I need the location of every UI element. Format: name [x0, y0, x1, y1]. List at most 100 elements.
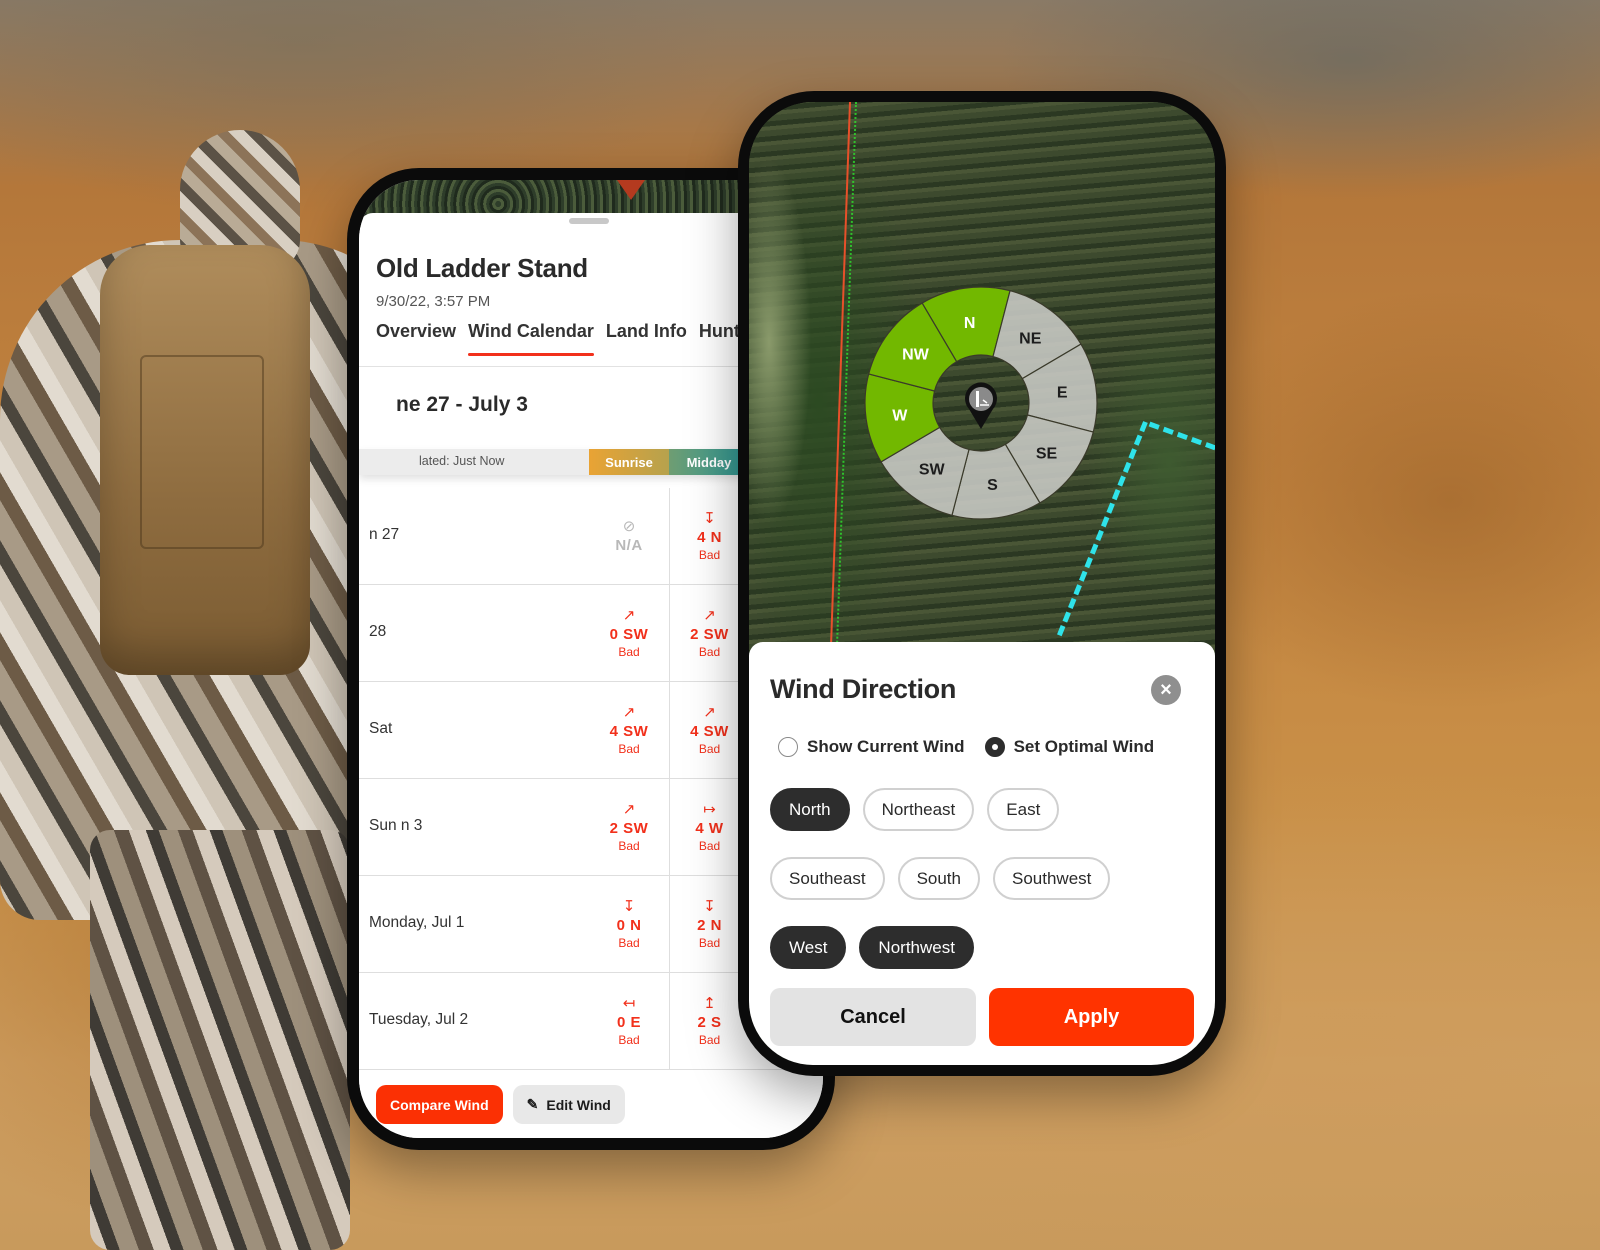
wind-arrow-icon: ↥: [703, 994, 716, 1012]
rose-label-ne: NE: [1019, 331, 1042, 348]
wind-quality: Bad: [698, 838, 721, 853]
wind-value: 2 SW: [690, 625, 729, 643]
wind-arrow-icon: ↧: [703, 897, 716, 915]
sunrise-cell[interactable]: ⊘ N/A: [589, 488, 669, 584]
wind-arrow-icon: ↗: [622, 800, 636, 818]
midday-cell[interactable]: ↗ 2 SW Bad: [669, 585, 749, 681]
row-day: Monday, Jul 1: [369, 914, 465, 931]
sunrise-cell[interactable]: ↗ 4 SW Bad: [589, 682, 669, 778]
midday-cell[interactable]: ↗ 4 SW Bad: [669, 682, 749, 778]
column-midday: Midday: [669, 449, 749, 475]
row-day: 28: [369, 623, 387, 640]
wind-arrow-icon: ↗: [703, 703, 716, 721]
edit-wind-label: Edit Wind: [546, 1096, 611, 1113]
wind-value: 4 N: [697, 528, 722, 546]
sunrise-cell[interactable]: ↗ 0 SW Bad: [589, 585, 669, 681]
wind-value: 2 N: [697, 916, 722, 934]
chip-northeast[interactable]: Northeast: [862, 788, 975, 831]
chip-east[interactable]: East: [987, 788, 1060, 831]
wind-quality: Bad: [698, 644, 721, 659]
wind-mode-radio-group: Show Current Wind Set Optimal Wind: [778, 737, 1154, 757]
wind-value: N/A: [615, 536, 643, 554]
midday-cell[interactable]: ↧ 4 N Bad: [669, 488, 749, 584]
trail-line: [1148, 421, 1215, 451]
column-sunrise: Sunrise: [589, 449, 669, 475]
row-day: Sat: [369, 720, 393, 737]
wind-quality: Bad: [618, 644, 640, 659]
wind-arrow-icon: ↧: [703, 509, 716, 527]
row-day: Sun n 3: [369, 817, 423, 834]
wind-quality: Bad: [618, 741, 640, 756]
wind-direction-panel: Wind Direction × Show Current Wind Set O…: [749, 642, 1215, 1065]
sheet-grabber[interactable]: [569, 218, 609, 224]
midday-cell[interactable]: ↦ 4 W Bad: [669, 779, 749, 875]
panel-actions: Cancel Apply: [770, 988, 1194, 1046]
row-day: n 27: [369, 526, 400, 543]
radio-button[interactable]: [984, 737, 1005, 757]
row-day: Tuesday, Jul 2: [369, 1011, 469, 1028]
ladder-stand-image: [0, 530, 207, 830]
apply-button[interactable]: Apply: [989, 988, 1194, 1046]
chip-south[interactable]: South: [897, 857, 980, 900]
chip-southwest[interactable]: Southwest: [993, 857, 1111, 900]
wind-quality: Bad: [698, 547, 721, 562]
wind-arrow-icon: ↗: [622, 606, 636, 624]
edit-wind-button[interactable]: ✎ Edit Wind: [512, 1085, 625, 1124]
wind-arrow-icon: ↧: [622, 897, 636, 915]
chip-west[interactable]: West: [770, 926, 847, 969]
wind-value: 0 SW: [609, 625, 649, 643]
radio-label: Show Current Wind: [807, 737, 965, 756]
sunrise-cell[interactable]: ↤ 0 E Bad: [589, 973, 669, 1069]
rose-label-w: W: [892, 407, 908, 424]
radio-label: Set Optimal Wind: [1013, 737, 1155, 756]
wind-value: 4 SW: [690, 722, 729, 740]
rose-label-nw: NW: [902, 347, 930, 364]
chip-southeast[interactable]: Southeast: [770, 857, 885, 900]
wind-arrow-icon: ↗: [703, 606, 716, 624]
stand-title: Old Ladder Stand: [376, 253, 588, 283]
direction-chips: North Northeast East Southeast South Sou…: [770, 788, 1190, 969]
wind-arrow-icon: ↗: [622, 703, 636, 721]
wind-quality: Bad: [618, 935, 640, 950]
chip-north[interactable]: North: [770, 788, 850, 831]
hunter-hood: [180, 130, 300, 270]
tab-overview[interactable]: Overview: [376, 321, 456, 356]
tab-land-info[interactable]: Land Info: [606, 321, 687, 356]
wind-quality: Bad: [698, 741, 721, 756]
radio-show-current-wind[interactable]: Show Current Wind: [778, 737, 965, 757]
compare-wind-button[interactable]: Compare Wind: [376, 1085, 503, 1124]
wind-arrow-icon: ↦: [703, 800, 716, 818]
pencil-icon: ✎: [526, 1096, 539, 1112]
radio-button[interactable]: [778, 737, 798, 757]
midday-cell[interactable]: ↥ 2 S Bad: [669, 973, 749, 1069]
sunrise-cell[interactable]: ↗ 2 SW Bad: [589, 779, 669, 875]
wind-rose[interactable]: N NE E SE S SW W NW: [863, 285, 1099, 521]
rose-label-se: SE: [1036, 445, 1058, 462]
right-phone: N NE E SE S SW W NW Wind Direction × Show Curre…: [738, 91, 1226, 1076]
wind-quality: Bad: [618, 1032, 640, 1047]
cancel-button[interactable]: Cancel: [770, 988, 976, 1046]
rose-label-n: N: [964, 315, 976, 332]
tab-wind-calendar[interactable]: Wind Calendar: [468, 321, 594, 356]
map-pin-icon: [617, 180, 645, 200]
calendar-actions: Compare Wind ✎ Edit Wind: [376, 1085, 625, 1124]
stand-tabs: Overview Wind Calendar Land Info Hunt L: [376, 321, 768, 356]
rose-label-e: E: [1057, 385, 1068, 402]
wind-quality: Bad: [618, 838, 640, 853]
radio-set-optimal-wind[interactable]: Set Optimal Wind: [984, 737, 1155, 757]
not-available-icon: ⊘: [622, 517, 636, 535]
wind-value: 0 N: [616, 916, 642, 934]
satellite-map[interactable]: N NE E SE S SW W NW: [749, 102, 1215, 662]
rose-label-sw: SW: [919, 462, 946, 479]
stand-date: 9/30/22, 3:57 PM: [376, 293, 491, 310]
midday-cell[interactable]: ↧ 2 N Bad: [669, 876, 749, 972]
updated-label: lated: Just Now: [419, 454, 505, 468]
right-phone-screen: N NE E SE S SW W NW Wind Direction × Show Curre…: [749, 102, 1215, 1065]
week-range-title: ne 27 - July 3: [396, 393, 528, 416]
wind-value: 0 E: [616, 1013, 641, 1031]
wind-arrow-icon: ↤: [622, 994, 636, 1012]
chip-northwest[interactable]: Northwest: [859, 926, 974, 969]
sunrise-cell[interactable]: ↧ 0 N Bad: [589, 876, 669, 972]
ladder-stand-pin-icon[interactable]: [965, 382, 997, 429]
close-icon[interactable]: ×: [1151, 675, 1181, 705]
